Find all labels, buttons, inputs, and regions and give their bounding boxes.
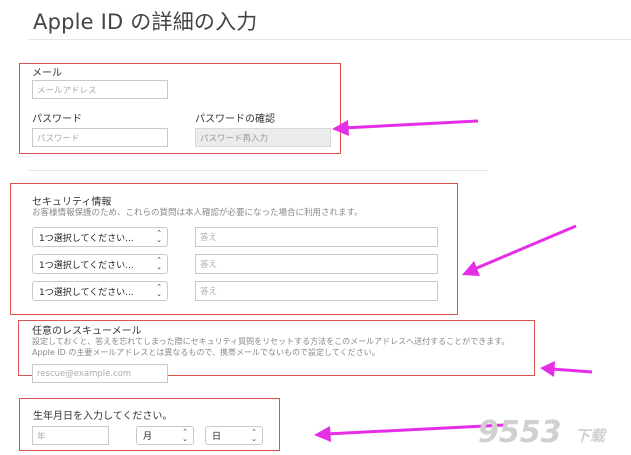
arrow-icon-birthday	[314, 423, 506, 442]
watermark-suffix: 下载	[575, 427, 606, 445]
watermark-logo: 9553	[478, 415, 562, 450]
